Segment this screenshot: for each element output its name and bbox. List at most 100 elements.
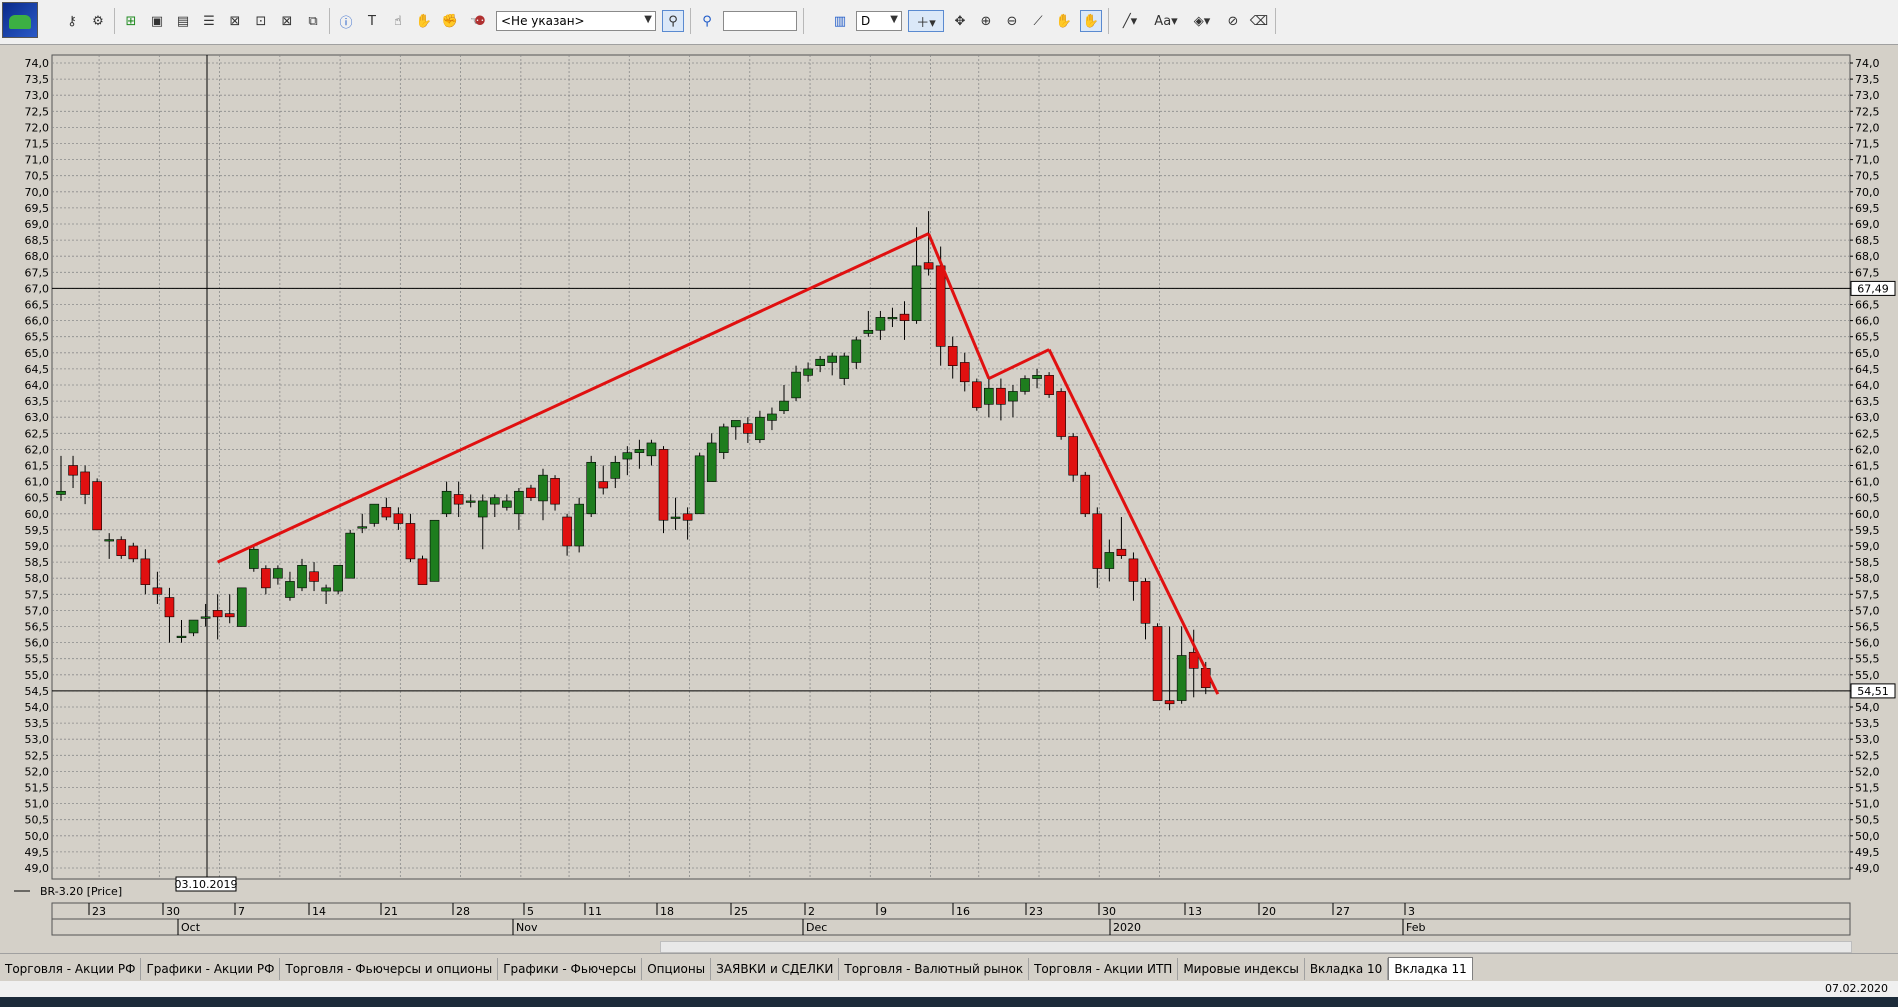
move-icon[interactable]: ✥ [950, 11, 970, 31]
y-tick-label-right: 74,0 [1855, 57, 1880, 70]
candlestick-chart[interactable]: 74,0 74,0 73,5 73,5 73,0 73,0 72,5 72,5 72,0 72,0… [0, 45, 1898, 940]
crosshair-icon[interactable]: ＋▾ [908, 10, 944, 32]
ruler-icon[interactable]: ⟋ [1028, 11, 1048, 31]
glasses-icon[interactable]: ⊡ [251, 11, 271, 31]
tab-11[interactable]: Вкладка 11 [1388, 957, 1473, 980]
x-month-label: Nov [516, 921, 538, 934]
close-window-icon[interactable]: ⊠ [277, 11, 297, 31]
y-tick-label-left: 53,5 [25, 717, 50, 730]
pan-icon[interactable]: ✋ [1080, 10, 1102, 32]
list-icon[interactable]: ☰ [199, 11, 219, 31]
tab-3[interactable]: Торговля - Фьючерсы и опционы [280, 958, 499, 980]
tab-bar: Торговля - Акции РФ Графики - Акции РФ Тор… [0, 953, 1898, 980]
horizontal-scrollbar[interactable] [660, 941, 1852, 953]
y-tick-label-right: 59,0 [1855, 540, 1880, 553]
window-layout-icon[interactable]: ▣ [147, 11, 167, 31]
candle-down [80, 471, 90, 495]
hand-tool-icon[interactable]: ✋ [1054, 11, 1074, 31]
candle-up [779, 400, 789, 412]
tab-4[interactable]: Графики - Фьючерсы [498, 958, 643, 980]
edit-window-icon[interactable]: ⊠ [225, 11, 245, 31]
candle-up [911, 265, 922, 321]
y-tick-label-left: 57,5 [25, 588, 50, 601]
chart-type-icon[interactable]: ▥ [830, 11, 850, 31]
y-tick-label-left: 71,0 [25, 154, 50, 167]
security-icon: ⚉ [474, 13, 486, 29]
taskbar [0, 997, 1898, 1007]
erase-drawings-icon[interactable]: ⌫ [1249, 11, 1269, 31]
candle-down [1116, 548, 1127, 556]
y-tick-label-left: 59,0 [25, 540, 50, 553]
font-icon[interactable]: Aa ▾ [1151, 11, 1181, 31]
chevron-down-icon: ▼ [890, 14, 898, 25]
y-tick-label-left: 58,0 [25, 572, 50, 585]
candle-up [236, 587, 247, 627]
candle-up [767, 413, 777, 421]
candle-up [730, 420, 741, 428]
candle-up [345, 532, 356, 579]
y-tick-label-right: 60,5 [1855, 492, 1880, 505]
candle-down [1092, 513, 1103, 569]
interval-combo[interactable]: D ▼ [856, 11, 902, 31]
y-tick-label-left: 56,5 [25, 621, 50, 634]
x-day-label: 20 [1262, 905, 1276, 918]
security-search-icon[interactable]: ⚲ [662, 10, 684, 32]
zoom-in-icon[interactable]: ⊕ [976, 11, 996, 31]
tab-9[interactable]: Мировые индексы [1178, 958, 1305, 980]
y-tick-label-left: 61,5 [25, 460, 50, 473]
zoom-out-icon[interactable]: ⊖ [1002, 11, 1022, 31]
tab-7[interactable]: Торговля - Валютный рынок [839, 958, 1030, 980]
y-tick-label-left: 64,5 [25, 363, 50, 376]
candle-up [706, 442, 717, 482]
tab-6[interactable]: ЗАЯВКИ и СДЕЛКИ [711, 958, 840, 980]
tab-5[interactable]: Опционы [642, 958, 712, 980]
y-tick-label-left: 73,0 [25, 89, 50, 102]
text-tool-icon[interactable]: T [362, 11, 382, 31]
x-month-label: Feb [1406, 921, 1425, 934]
hands-icon[interactable]: ✋ [414, 11, 434, 31]
chart-area[interactable]: 74,0 74,0 73,5 73,5 73,0 73,0 72,5 72,5 72,0 72,0… [0, 45, 1898, 936]
y-tick-label-left: 67,5 [25, 266, 50, 279]
connect-icon[interactable]: ⚙ [88, 11, 108, 31]
tab-10[interactable]: Вкладка 10 [1305, 958, 1389, 980]
candle-down [381, 507, 392, 518]
new-window-icon[interactable]: ⊞ [121, 11, 141, 31]
candle-down [1140, 581, 1151, 624]
search-icon[interactable]: ⚲ [697, 11, 717, 31]
candle-up [514, 490, 524, 515]
tab-1[interactable]: Торговля - Акции РФ [0, 958, 142, 980]
hand-stop-icon[interactable]: ✊ [440, 11, 460, 31]
y-tick-label-right: 73,0 [1855, 89, 1880, 102]
candle-up [755, 416, 765, 441]
alert-icon[interactable]: ⓘ [336, 11, 356, 31]
copy-window-icon[interactable]: ⧉ [303, 11, 323, 31]
y-tick-label-left: 58,5 [25, 556, 50, 569]
y-tick-label-right: 66,0 [1855, 315, 1880, 328]
candle-down [393, 513, 404, 524]
tab-8[interactable]: Торговля - Акции ИТП [1029, 958, 1179, 980]
security-combo[interactable]: <Не указан> ▼ [496, 11, 656, 31]
key-icon[interactable]: ⚷ [62, 11, 82, 31]
table-icon[interactable]: ▤ [173, 11, 193, 31]
hand-icon[interactable]: ☝ [388, 11, 408, 31]
y-tick-label-right: 62,5 [1855, 427, 1880, 440]
fill-icon[interactable]: ◈▾ [1187, 11, 1217, 31]
candle-down [417, 558, 428, 585]
y-tick-label-left: 65,0 [25, 347, 50, 360]
x-day-label: 30 [166, 905, 180, 918]
y-tick-label-right: 53,5 [1855, 717, 1880, 730]
line-tool-icon[interactable]: ╱▾ [1115, 11, 1145, 31]
candle-down [405, 523, 416, 560]
candle-down [743, 423, 753, 434]
candle-up [670, 516, 681, 519]
candle-down [212, 610, 223, 618]
candle-up [1104, 552, 1115, 569]
price-badge: 67,49 [1857, 282, 1889, 295]
candle-up [574, 503, 584, 547]
tab-2[interactable]: Графики - Акции РФ [141, 958, 281, 980]
candle-up [56, 490, 66, 495]
price-badge: 54,51 [1857, 685, 1889, 698]
search-input[interactable] [723, 11, 797, 31]
hide-drawings-icon[interactable]: ⊘ [1223, 11, 1243, 31]
y-tick-label-left: 50,5 [25, 814, 50, 827]
